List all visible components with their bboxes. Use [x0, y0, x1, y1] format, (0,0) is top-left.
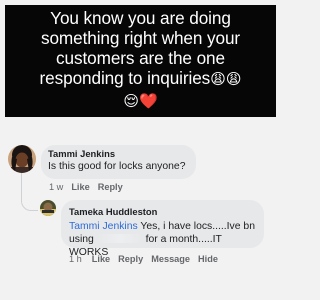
reply-bubble: Tameka Huddleston Tammi Jenkins Yes, i h…: [61, 200, 264, 258]
redacted-product-name: [96, 234, 143, 243]
comment-author[interactable]: Tammi Jenkins: [48, 148, 188, 159]
avatar-tameka-huddleston[interactable]: [40, 200, 56, 216]
hide-button[interactable]: Hide: [198, 254, 218, 264]
thread-elbow: [21, 185, 38, 211]
caption-line-2: something right when your: [40, 28, 241, 48]
avatar-tammi-jenkins[interactable]: [8, 145, 36, 173]
comment-actions: 1 w Like Reply: [49, 182, 131, 192]
caption-line-4: responding to inquiries😩😩: [7, 68, 274, 90]
comment-text: Is this good for locks anyone?: [48, 161, 186, 172]
reply-text: Tammi Jenkins Yes, i have locs.....Ive b…: [69, 220, 258, 233]
reply-button[interactable]: Reply: [98, 182, 123, 192]
reply-text-part1: Yes, i have locs.....Ive bn: [137, 221, 255, 232]
message-button[interactable]: Message: [151, 254, 190, 264]
reply-actions: 1 h Like Reply Message Hide: [69, 254, 226, 264]
reply-reply-button[interactable]: Reply: [118, 254, 143, 264]
like-button[interactable]: Like: [71, 182, 89, 192]
caption-line-5: 😌❤️: [7, 90, 274, 112]
caption-line-1: You know you are doing: [50, 8, 231, 28]
red-heart-emoji: ❤️: [138, 93, 158, 110]
weary-face-emoji: 😩😩: [210, 71, 242, 88]
comment-bubble: Tammi Jenkins Is this good for locks any…: [41, 145, 196, 179]
mention-link[interactable]: Tammi Jenkins: [69, 221, 138, 232]
reply-author[interactable]: Tameka Huddleston: [69, 206, 258, 217]
comment-timestamp[interactable]: 1 w: [49, 182, 63, 192]
post-image-caption: You know you are doing something right w…: [5, 5, 276, 117]
caption-line-3: customers are the one: [56, 48, 225, 68]
relieved-face-emoji: 😌: [123, 93, 139, 110]
caption-line-4-text: responding to inquiries: [39, 68, 211, 88]
reply-like-button[interactable]: Like: [92, 254, 110, 264]
reply-text-using: using: [69, 234, 94, 245]
reply-timestamp[interactable]: 1 h: [69, 254, 82, 264]
